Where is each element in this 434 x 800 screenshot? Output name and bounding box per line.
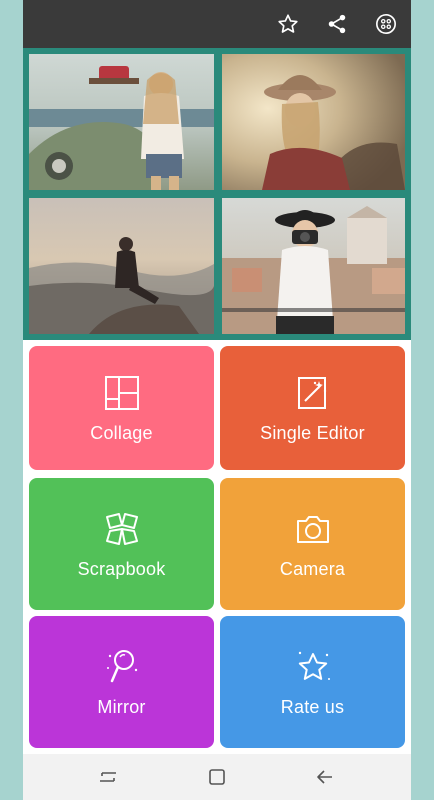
home-icon: [209, 769, 225, 785]
back-button[interactable]: [309, 761, 341, 793]
camera-label: Camera: [279, 558, 346, 579]
home-button[interactable]: [201, 761, 233, 793]
scrapbook-icon: [102, 509, 142, 549]
mirror-button[interactable]: Mirror: [29, 616, 214, 748]
scrapbook-label: Scrapbook: [77, 558, 166, 579]
single-editor-button[interactable]: Single Editor: [220, 346, 405, 470]
camera-button[interactable]: Camera: [220, 478, 405, 610]
rate-us-label: Rate us: [280, 696, 345, 717]
photo-woman-with-camera: [222, 198, 405, 334]
mirror-label: Mirror: [97, 696, 146, 717]
recent-apps-icon: [100, 772, 116, 782]
more-apps-button[interactable]: [370, 8, 402, 40]
menu-grid: Collage Single Editor Scrapbook Camera M…: [23, 340, 411, 754]
camera-icon: [293, 509, 333, 549]
mirror-icon: [102, 647, 142, 687]
app-screen: Collage Single Editor Scrapbook Camera M…: [23, 0, 411, 800]
photo-woman-in-hat: [222, 54, 405, 190]
share-button[interactable]: [321, 8, 353, 40]
photo-woman-on-rock: [29, 198, 214, 334]
recent-apps-button[interactable]: [92, 761, 124, 793]
photo-woman-on-car: [29, 54, 214, 190]
photo-edit-icon: [293, 373, 333, 413]
banner-collage: [23, 48, 411, 340]
rate-us-button[interactable]: Rate us: [220, 616, 405, 748]
single-editor-label: Single Editor: [260, 422, 365, 443]
rate-star-icon: [293, 647, 333, 687]
back-icon: [317, 770, 332, 784]
share-icon: [328, 14, 346, 34]
top-toolbar: [23, 0, 411, 48]
collage-label: Collage: [90, 422, 153, 443]
scrapbook-button[interactable]: Scrapbook: [29, 478, 214, 610]
system-navigation-bar: [23, 754, 411, 800]
favorite-button[interactable]: [272, 8, 304, 40]
collage-button[interactable]: Collage: [29, 346, 214, 470]
collage-icon: [102, 373, 142, 413]
star-icon: [278, 14, 298, 33]
more-apps-icon: [376, 14, 396, 34]
